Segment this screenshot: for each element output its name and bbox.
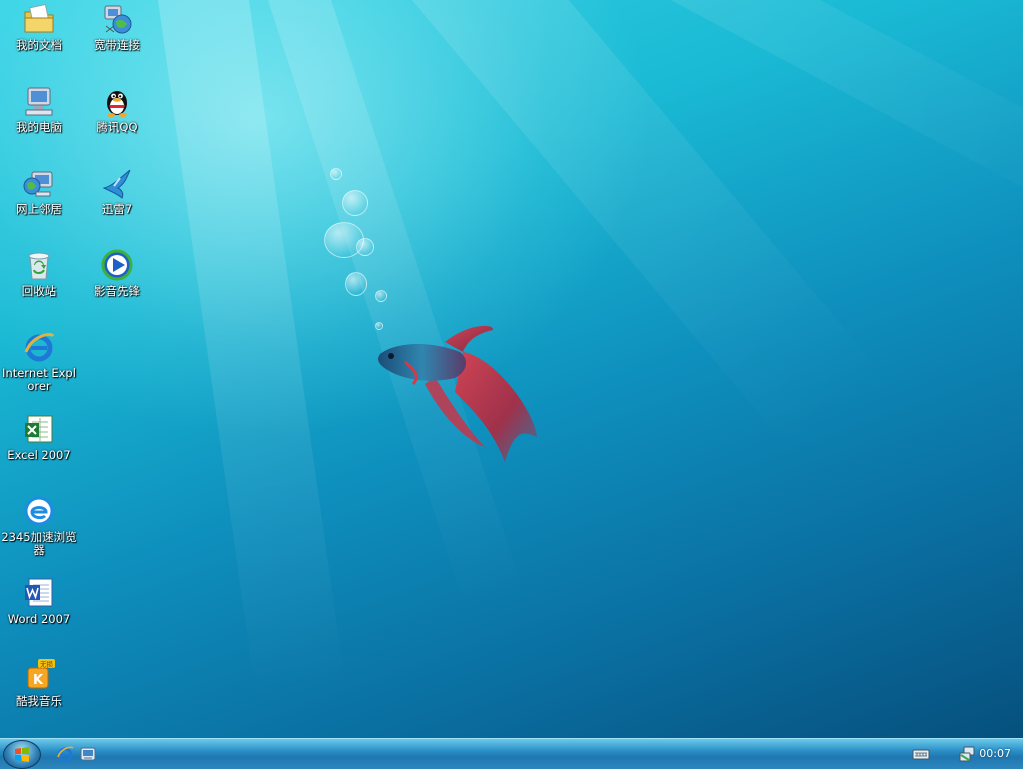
icon-label: 回收站 — [21, 284, 57, 298]
windows-start-orb-icon — [15, 747, 29, 762]
network-neighborhood-icon — [23, 171, 53, 197]
icon-label: Excel 2007 — [7, 448, 71, 462]
quick-launch-show-desktop-icon[interactable] — [79, 745, 97, 763]
icon-label: 网上邻居 — [16, 202, 62, 216]
kuwo-lossless-badge: 无损 — [40, 660, 54, 669]
xfplay-player-icon — [101, 249, 133, 281]
betta-fish-illustration — [378, 325, 537, 462]
icon-label: Internet Explorer — [2, 366, 76, 393]
desktop-icon-excel-2007[interactable]: Excel 2007 — [0, 412, 78, 462]
desktop-icon-broadband-connection[interactable]: 宽带连接 — [78, 2, 156, 52]
icon-label: 宽带连接 — [94, 38, 140, 52]
desktop-icon-2345-browser[interactable]: 2345加速浏览器 — [0, 494, 78, 557]
desktop-icon-my-documents[interactable]: 我的文档 — [0, 2, 78, 52]
icon-label: 影音先锋 — [94, 284, 140, 298]
desktop-icon-xfplay[interactable]: 影音先锋 — [78, 248, 156, 298]
my-documents-folder-icon — [24, 3, 54, 33]
bubble — [330, 168, 342, 180]
light-ray — [251, 0, 525, 616]
desktop-icon-network-neighborhood[interactable]: 网上邻居 — [0, 166, 78, 216]
bubble — [345, 272, 367, 296]
recycle-bin-icon — [28, 252, 50, 280]
bubble — [356, 238, 374, 256]
icon-label: 腾讯QQ — [96, 120, 138, 134]
broadband-connection-icon — [104, 5, 132, 34]
kuwo-music-icon: K 无损 — [27, 659, 55, 689]
desktop-icon-my-computer[interactable]: 我的电脑 — [0, 84, 78, 134]
internet-explorer-icon — [24, 333, 55, 362]
bubble — [375, 290, 387, 302]
icon-label: 2345加速浏览器 — [1, 530, 77, 557]
icon-label: Word 2007 — [7, 612, 71, 626]
network-icon[interactable] — [958, 745, 976, 763]
keyboard-icon[interactable] — [912, 745, 930, 763]
icon-label: 迅雷7 — [101, 202, 133, 216]
desktop-icon-tencent-qq[interactable]: 腾讯QQ — [78, 84, 156, 134]
light-ray — [150, 0, 346, 699]
start-button[interactable] — [3, 740, 41, 769]
light-ray — [578, 0, 1023, 233]
quick-launch-internet-explorer-icon[interactable] — [56, 745, 74, 763]
excel-icon — [25, 415, 53, 443]
desktop-icon-word-2007[interactable]: Word 2007 — [0, 576, 78, 626]
qq-penguin-icon — [107, 91, 127, 117]
2345-browser-icon — [24, 496, 54, 526]
bubble — [342, 190, 368, 216]
taskbar: 00:07 — [0, 738, 1023, 769]
word-icon — [25, 578, 53, 607]
xunlei-bird-icon — [102, 169, 131, 199]
desktop-icon-recycle-bin[interactable]: 回收站 — [0, 248, 78, 298]
svg-text:K: K — [33, 673, 44, 688]
icon-label: 酷我音乐 — [16, 694, 62, 708]
clock[interactable]: 00:07 — [979, 747, 1011, 760]
my-computer-icon — [25, 87, 53, 116]
icon-label: 我的文档 — [16, 38, 62, 52]
desktop-icon-internet-explorer[interactable]: Internet Explorer — [0, 330, 78, 393]
desktop-icon-kuwo-music[interactable]: K 无损 酷我音乐 — [0, 658, 78, 708]
desktop-icon-xunlei[interactable]: 迅雷7 — [78, 166, 156, 216]
icon-label: 我的电脑 — [16, 120, 62, 134]
desktop-wallpaper[interactable]: 我的文档 我的电脑 网上邻居 回收站 Internet Explorer Exc… — [0, 0, 1023, 738]
